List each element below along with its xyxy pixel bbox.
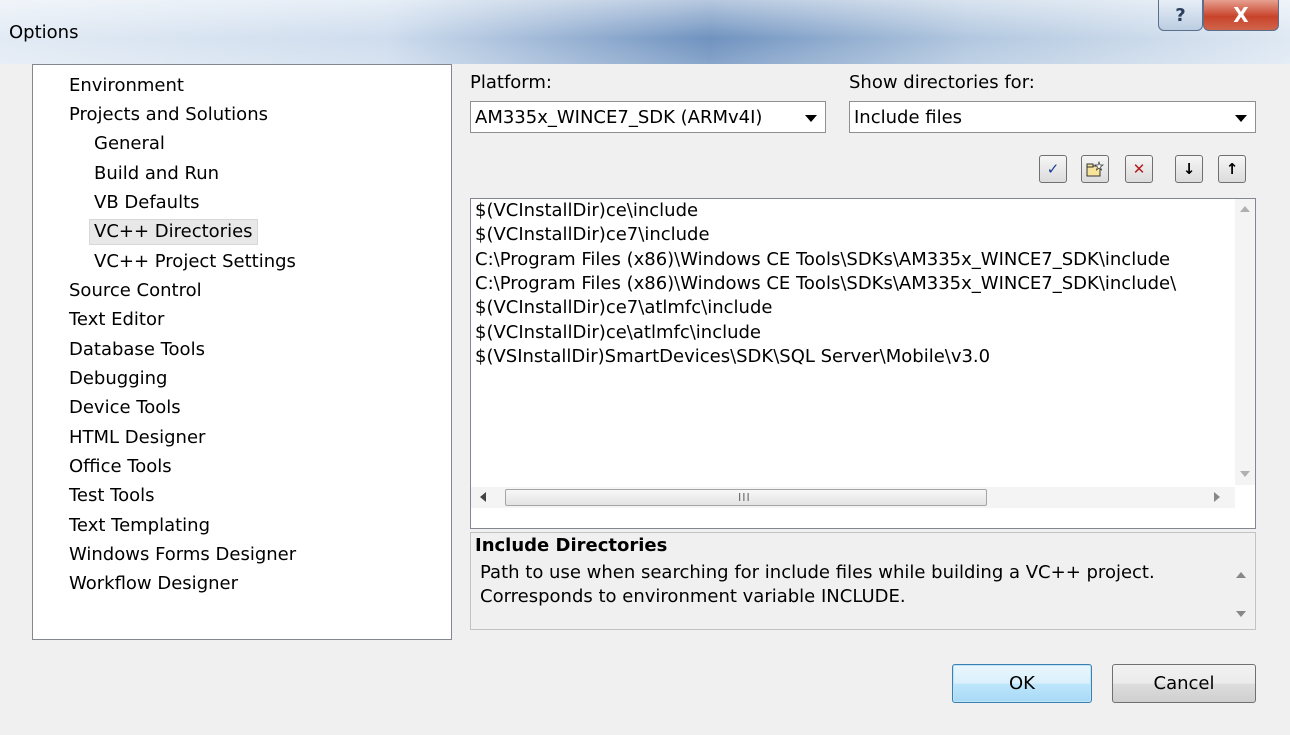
scroll-left-icon[interactable] xyxy=(479,492,486,502)
tree-item-database-tools[interactable]: Database Tools xyxy=(65,337,209,363)
tree-item-vc-directories[interactable]: VC++ Directories xyxy=(89,219,258,245)
tree-item-vb-defaults[interactable]: VB Defaults xyxy=(90,190,204,216)
cancel-button[interactable]: Cancel xyxy=(1112,664,1256,703)
scroll-right-icon[interactable] xyxy=(1214,492,1221,502)
scroll-grip: III xyxy=(738,491,751,504)
move-down-button[interactable]: ↓ xyxy=(1175,155,1203,183)
list-item[interactable]: $(VCInstallDir)ce7\include xyxy=(475,223,710,247)
options-dialog: Options ? X Environment Projects and Sol… xyxy=(0,0,1290,735)
tree-item-source-control[interactable]: Source Control xyxy=(65,278,206,304)
tree-item-projects-and-solutions[interactable]: Projects and Solutions xyxy=(65,102,272,128)
tree-item-html-designer[interactable]: HTML Designer xyxy=(65,425,209,451)
close-button[interactable]: X xyxy=(1203,0,1279,31)
tree-item-text-editor[interactable]: Text Editor xyxy=(65,307,168,333)
tree-item-windows-forms-designer[interactable]: Windows Forms Designer xyxy=(65,542,300,568)
description-panel: Include Directories Path to use when sea… xyxy=(470,532,1256,630)
vertical-scrollbar[interactable] xyxy=(1235,199,1255,485)
horizontal-scroll-thumb[interactable]: III xyxy=(505,489,987,506)
arrow-up-icon: ↑ xyxy=(1225,160,1239,178)
chevron-down-icon xyxy=(805,115,817,122)
close-icon: X xyxy=(1233,3,1249,27)
platform-select-value: AM335x_WINCE7_SDK (ARMv4I) xyxy=(475,107,763,128)
options-tree[interactable]: Environment Projects and Solutions Gener… xyxy=(32,64,452,640)
tree-item-build-and-run[interactable]: Build and Run xyxy=(90,161,223,187)
help-button[interactable]: ? xyxy=(1158,0,1203,31)
tree-item-office-tools[interactable]: Office Tools xyxy=(65,454,176,480)
check-button[interactable]: ✓ xyxy=(1039,155,1067,183)
show-directories-select[interactable]: Include files xyxy=(849,101,1256,133)
list-item[interactable]: C:\Program Files (x86)\Windows CE Tools\… xyxy=(475,248,1170,272)
list-item[interactable]: $(VSInstallDir)SmartDevices\SDK\SQL Serv… xyxy=(475,345,990,369)
check-icon: ✓ xyxy=(1046,160,1060,178)
show-directories-select-value: Include files xyxy=(854,107,963,128)
horizontal-scrollbar[interactable]: III xyxy=(471,487,1235,508)
tree-item-general[interactable]: General xyxy=(90,131,169,157)
delete-button[interactable]: ✕ xyxy=(1125,155,1153,183)
new-line-button[interactable] xyxy=(1081,155,1109,183)
description-text: Path to use when searching for include f… xyxy=(480,561,1155,609)
tree-item-environment[interactable]: Environment xyxy=(65,73,188,99)
tree-item-debugging[interactable]: Debugging xyxy=(65,366,171,392)
list-item[interactable]: $(VCInstallDir)ce\atlmfc\include xyxy=(475,321,761,345)
cancel-button-label: Cancel xyxy=(1153,673,1215,694)
scroll-down-icon[interactable] xyxy=(1240,471,1250,478)
window-title: Options xyxy=(9,22,79,43)
platform-select[interactable]: AM335x_WINCE7_SDK (ARMv4I) xyxy=(470,101,826,133)
ok-button-label: OK xyxy=(1009,673,1035,694)
dialog-client: Environment Projects and Solutions Gener… xyxy=(8,64,1282,727)
scroll-up-icon[interactable] xyxy=(1240,205,1250,212)
title-bar: Options ? X xyxy=(0,0,1290,64)
tree-item-text-templating[interactable]: Text Templating xyxy=(65,513,214,539)
description-line-2: Corresponds to environment variable INCL… xyxy=(480,586,906,607)
scroll-down-icon[interactable] xyxy=(1236,611,1246,618)
new-folder-icon xyxy=(1086,161,1104,177)
tree-item-device-tools[interactable]: Device Tools xyxy=(65,395,185,421)
description-scrollbar[interactable] xyxy=(1231,563,1251,625)
arrow-down-icon: ↓ xyxy=(1182,160,1196,178)
show-directories-label: Show directories for: xyxy=(849,72,1035,93)
platform-label: Platform: xyxy=(470,72,552,93)
description-line-1: Path to use when searching for include f… xyxy=(480,562,1155,583)
tree-item-test-tools[interactable]: Test Tools xyxy=(65,483,159,509)
list-item[interactable]: $(VCInstallDir)ce7\atlmfc\include xyxy=(475,296,772,320)
chevron-down-icon xyxy=(1235,115,1247,122)
list-item[interactable]: $(VCInstallDir)ce\include xyxy=(475,199,698,223)
help-icon: ? xyxy=(1175,4,1186,26)
list-item[interactable]: C:\Program Files (x86)\Windows CE Tools\… xyxy=(475,272,1176,296)
tree-item-vc-project-settings[interactable]: VC++ Project Settings xyxy=(90,249,300,275)
move-up-button[interactable]: ↑ xyxy=(1218,155,1246,183)
delete-icon: ✕ xyxy=(1132,160,1146,178)
ok-button[interactable]: OK xyxy=(952,664,1092,703)
scroll-up-icon[interactable] xyxy=(1236,571,1246,578)
description-title: Include Directories xyxy=(475,535,668,556)
tree-item-workflow-designer[interactable]: Workflow Designer xyxy=(65,571,242,597)
directories-list[interactable]: $(VCInstallDir)ce\include $(VCInstallDir… xyxy=(470,198,1256,529)
